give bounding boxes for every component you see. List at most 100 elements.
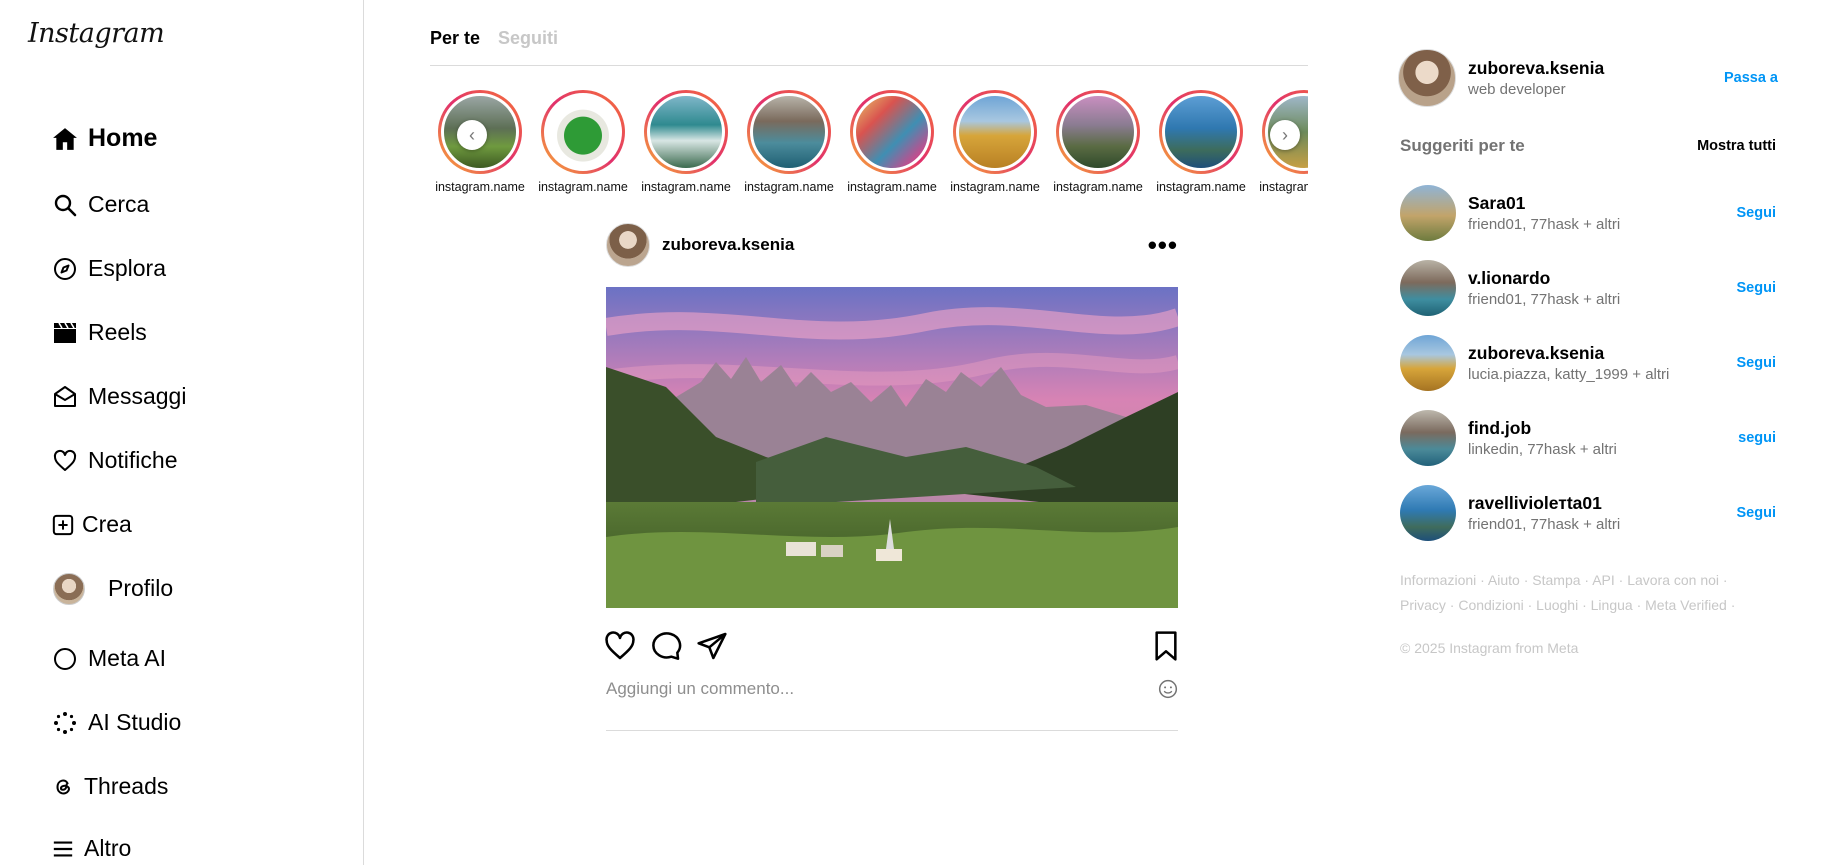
avatar[interactable] — [1398, 49, 1456, 107]
story-username: instagram.name — [847, 180, 937, 194]
stories-next-button[interactable]: › — [1270, 120, 1300, 150]
suggestion-username[interactable]: ravelliviolетta01 — [1468, 493, 1620, 514]
bookmark-icon[interactable] — [1150, 630, 1182, 662]
share-icon[interactable] — [696, 630, 728, 662]
story-thumbnail — [956, 93, 1034, 171]
suggestions-title: Suggeriti per te — [1400, 136, 1525, 155]
avatar[interactable] — [1400, 185, 1456, 241]
suggestion-username[interactable]: Sara01 — [1468, 193, 1620, 214]
footer-links-line[interactable]: Informazioni · Aiuto · Stampa · API · La… — [1400, 568, 1790, 593]
avatar[interactable] — [1400, 260, 1456, 316]
profile-avatar-wrap — [52, 572, 86, 605]
post-actions — [604, 630, 1180, 664]
follow-button[interactable]: segui — [1738, 430, 1776, 446]
story-username: instagram.name — [950, 180, 1040, 194]
tab-seguiti[interactable]: Seguiti — [498, 28, 558, 65]
avatar — [53, 572, 85, 605]
chevron-right-icon: › — [1282, 124, 1288, 145]
story-username: instagram.name — [538, 180, 628, 194]
comment-input[interactable]: Aggiungi un commento... — [606, 677, 1178, 701]
story-thumbnail — [1162, 93, 1240, 171]
suggestion-row: find.job linkedin, 77hask + altri segui — [1400, 409, 1776, 467]
avatar[interactable] — [1400, 335, 1456, 391]
instagram-logo[interactable]: Instagram — [28, 18, 165, 49]
sidebar-item-reels[interactable]: Reels — [52, 319, 147, 346]
sidebar-item-label: Altro — [84, 835, 132, 861]
sidebar-item-altro[interactable]: Altro — [52, 835, 131, 862]
avatar[interactable] — [1400, 485, 1456, 541]
suggestion-row: v.lionardo friend01, 77hask + altri Segu… — [1400, 259, 1776, 317]
sidebar: Instagram Home Cerca Esplora Reels Messa… — [0, 0, 364, 865]
threads-icon — [52, 774, 74, 800]
current-user-subtitle: web developer — [1468, 81, 1566, 98]
suggestion-meta: lucia.piazza, katty_1999 + altri — [1468, 366, 1670, 383]
home-icon — [52, 126, 78, 152]
story-username: instagram.name — [1053, 180, 1143, 194]
story-item[interactable]: instagram.name — [1151, 90, 1251, 194]
chevron-left-icon: ‹ — [469, 124, 475, 145]
compass-icon — [52, 256, 78, 282]
stories-prev-button[interactable]: ‹ — [457, 120, 487, 150]
suggestion-username[interactable]: v.lionardo — [1468, 268, 1620, 289]
emoji-icon[interactable] — [1158, 679, 1178, 699]
sidebar-item-threads[interactable]: Threads — [52, 773, 168, 800]
post-divider — [606, 730, 1178, 731]
sidebar-item-esplora[interactable]: Esplora — [52, 255, 166, 282]
sidebar-item-meta-ai[interactable]: Meta AI — [52, 645, 166, 672]
story-thumbnail — [544, 93, 622, 171]
story-thumbnail — [647, 93, 725, 171]
clapperboard-icon — [52, 320, 78, 346]
copyright: © 2025 Instagram from Meta — [1400, 640, 1579, 656]
follow-button[interactable]: Segui — [1737, 355, 1776, 371]
comment-icon[interactable] — [650, 630, 682, 662]
story-thumbnail — [853, 93, 931, 171]
story-item[interactable]: instagram.name — [945, 90, 1045, 194]
plus-square-icon — [52, 512, 74, 538]
avatar[interactable] — [1400, 410, 1456, 466]
meta-ai-ring-icon — [52, 646, 78, 672]
sidebar-item-messaggi[interactable]: Messaggi — [52, 383, 186, 410]
like-icon[interactable] — [604, 630, 636, 662]
sidebar-item-crea[interactable]: Crea — [52, 511, 132, 538]
suggestion-username[interactable]: find.job — [1468, 418, 1617, 439]
switch-account-button[interactable]: Passa a — [1724, 70, 1778, 86]
sidebar-item-cerca[interactable]: Cerca — [52, 191, 149, 218]
current-username[interactable]: zuboreva.ksenia — [1468, 58, 1604, 79]
post-image[interactable] — [606, 287, 1178, 608]
suggestion-username[interactable]: zuboreva.ksenia — [1468, 343, 1669, 364]
story-item[interactable]: instagram.name — [739, 90, 839, 194]
messenger-icon — [52, 384, 78, 410]
story-item[interactable]: instagram.name — [1048, 90, 1148, 194]
post-author-username[interactable]: zuboreva.ksenia — [662, 235, 794, 255]
footer-links: Informazioni · Aiuto · Stampa · API · La… — [1400, 568, 1790, 618]
story-item[interactable]: instagram.name — [636, 90, 736, 194]
follow-button[interactable]: Segui — [1737, 205, 1776, 221]
more-options-icon[interactable]: ••• — [1148, 232, 1178, 258]
sidebar-item-label: AI Studio — [88, 709, 182, 735]
story-item[interactable]: instagram.name — [842, 90, 942, 194]
story-thumbnail — [750, 93, 828, 171]
show-all-button[interactable]: Mostra tutti — [1697, 138, 1776, 154]
menu-icon — [52, 836, 74, 862]
suggestion-meta: friend01, 77hask + altri — [1468, 216, 1621, 233]
sidebar-item-home[interactable]: Home — [52, 124, 157, 153]
follow-button[interactable]: Segui — [1737, 280, 1776, 296]
post-author-avatar[interactable] — [606, 223, 650, 267]
heart-icon — [52, 448, 78, 474]
tab-per-te[interactable]: Per te — [430, 28, 480, 65]
sidebar-item-label: Crea — [82, 511, 132, 537]
comment-placeholder: Aggiungi un commento... — [606, 679, 795, 698]
sidebar-item-label: Reels — [88, 319, 147, 345]
sidebar-item-ai-studio[interactable]: AI Studio — [52, 709, 181, 736]
story-username: instagram.name — [435, 180, 525, 194]
ai-studio-icon — [52, 710, 78, 736]
story-username: instagram.name — [1156, 180, 1246, 194]
sidebar-item-notifiche[interactable]: Notifiche — [52, 447, 177, 474]
sidebar-item-profilo[interactable]: Profilo — [52, 572, 173, 605]
footer-links-line[interactable]: Privacy · Condizioni · Luoghi · Lingua ·… — [1400, 593, 1790, 618]
sidebar-item-label: Messaggi — [88, 383, 187, 409]
story-thumbnail — [1059, 93, 1137, 171]
sidebar-item-label: Esplora — [88, 255, 166, 281]
follow-button[interactable]: Segui — [1737, 505, 1776, 521]
story-item[interactable]: instagram.name — [533, 90, 633, 194]
